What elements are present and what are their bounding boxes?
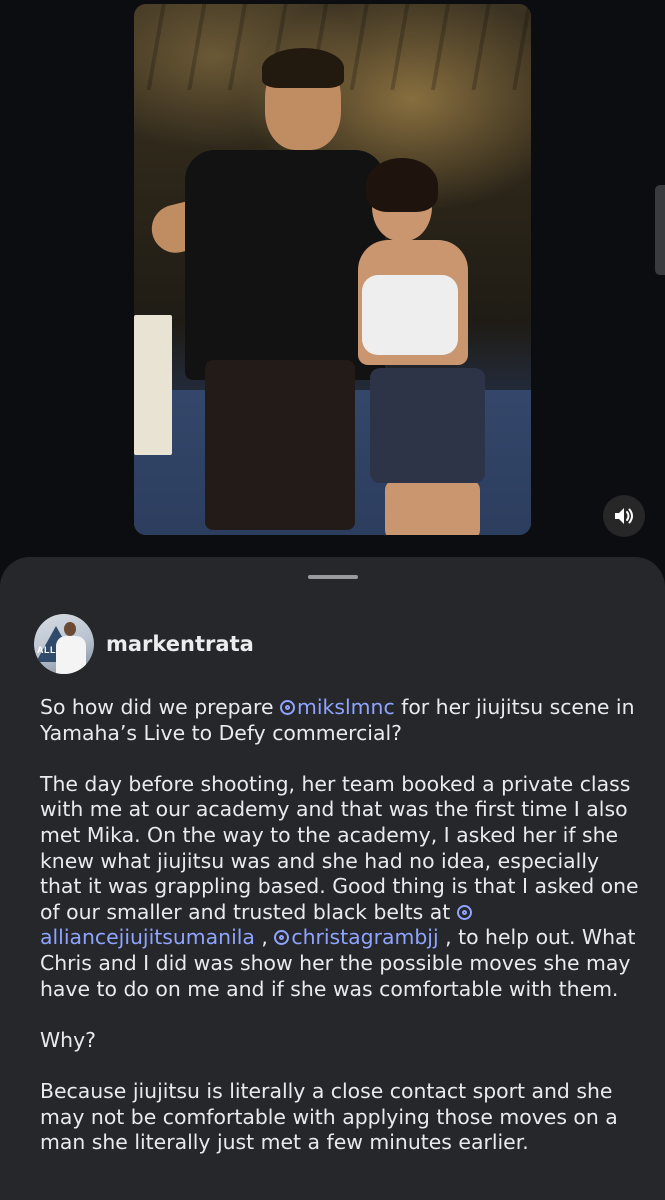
mention-text: christagrambjj <box>291 925 439 950</box>
mention-text: alliancejiujitsumanila <box>40 925 255 950</box>
post-caption: So how did we prepare mikslmnc for her j… <box>40 695 640 1181</box>
avatar[interactable]: ALL <box>34 614 94 674</box>
post-media[interactable] <box>134 4 531 535</box>
avatar-badge-text: ALL <box>37 645 56 655</box>
author-username[interactable]: markentrata <box>106 632 254 656</box>
post-photo <box>134 4 531 535</box>
caption-paragraph: Why? <box>40 1027 96 1052</box>
sound-toggle-button[interactable] <box>603 495 645 537</box>
threads-at-icon <box>456 904 472 920</box>
mention-link[interactable]: mikslmnc <box>280 695 395 719</box>
caption-text: The day before shooting, her team booked… <box>40 771 639 924</box>
edge-panel-handle[interactable] <box>655 185 665 275</box>
threads-at-icon <box>280 700 296 715</box>
post-author[interactable]: ALL markentrata <box>34 614 254 674</box>
caption-text: , <box>254 925 275 950</box>
caption-text: So how did we prepare <box>40 695 281 719</box>
mention-link[interactable]: christagrambjj <box>274 925 439 950</box>
screen: ALL markentrata So how did we prepare mi… <box>0 0 665 1200</box>
caption-paragraph: Because jiujitsu is literally a close co… <box>40 1078 618 1155</box>
mention-text: mikslmnc <box>297 695 395 719</box>
caption-paragraph: So how did we prepare mikslmnc for her j… <box>40 695 640 746</box>
caption-sheet: ALL markentrata So how did we prepare mi… <box>0 557 665 1200</box>
threads-at-icon <box>274 930 290 946</box>
sheet-drag-handle[interactable] <box>308 575 358 579</box>
speaker-icon <box>615 508 633 524</box>
caption-paragraph: The day before shooting, her team booked… <box>40 772 640 1002</box>
